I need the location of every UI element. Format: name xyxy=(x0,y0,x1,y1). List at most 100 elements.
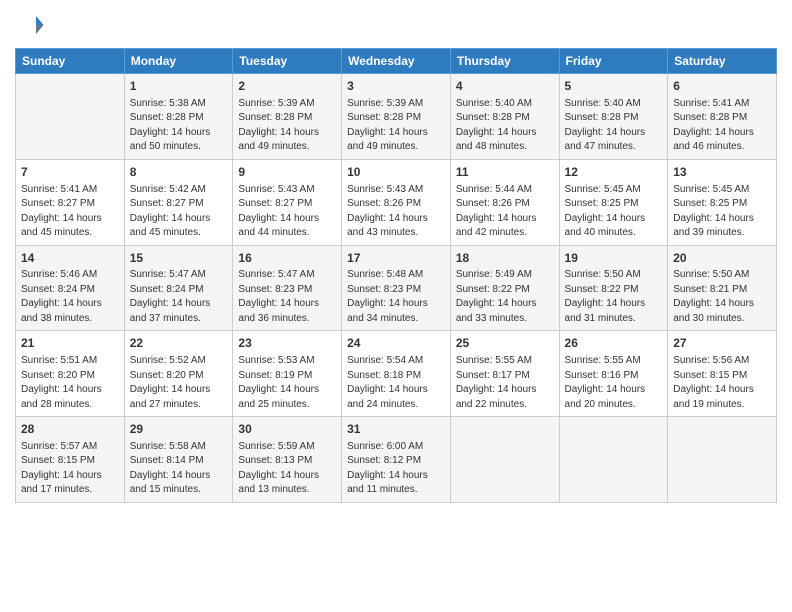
day-number: 14 xyxy=(21,250,119,267)
day-number: 15 xyxy=(130,250,228,267)
calendar-cell: 3Sunrise: 5:39 AM Sunset: 8:28 PM Daylig… xyxy=(342,74,451,160)
calendar-cell xyxy=(559,417,668,503)
calendar-cell: 10 Sunrise: 5:43 AM Sunset: 8:26 PM Dayli… xyxy=(342,159,451,245)
calendar-cell: 26 Sunrise: 5:55 AM Sunset: 8:16 PM Dayli… xyxy=(559,331,668,417)
day-number: 8 xyxy=(130,164,228,181)
day-header-sunday: Sunday xyxy=(16,49,125,74)
day-number: 7 xyxy=(21,164,119,181)
day-content: Sunrise: 5:50 AM Sunset: 8:22 PM Dayligh… xyxy=(565,268,663,326)
logo xyxy=(15,10,49,40)
calendar-cell: 4Sunrise: 5:40 AM Sunset: 8:28 PM Daylig… xyxy=(450,74,559,160)
day-content: Sunrise: 5:50 AM Sunset: 8:21 PM Dayligh… xyxy=(673,268,771,326)
day-number: 29 xyxy=(130,421,228,438)
calendar-cell: 25Sunrise: 5:55 AM Sunset: 8:17 PM Dayli… xyxy=(450,331,559,417)
calendar-cell: 5 Sunrise: 5:40 AM Sunset: 8:28 PM Daylig… xyxy=(559,74,668,160)
day-content: Sunrise: 5:38 AM Sunset: 8:28 PM Dayligh… xyxy=(130,97,228,155)
day-number: 24 xyxy=(347,335,445,352)
day-number: 30 xyxy=(238,421,336,438)
calendar-cell: 29 Sunrise: 5:58 AM Sunset: 8:14 PM Dayli… xyxy=(124,417,233,503)
week-row-5: 28 Sunrise: 5:57 AM Sunset: 8:15 PM Dayli… xyxy=(16,417,777,503)
calendar-cell: 16Sunrise: 5:47 AM Sunset: 8:23 PM Dayli… xyxy=(233,245,342,331)
logo-icon xyxy=(15,10,45,40)
calendar-cell xyxy=(668,417,777,503)
day-header-thursday: Thursday xyxy=(450,49,559,74)
day-content: Sunrise: 5:57 AM Sunset: 8:15 PM Dayligh… xyxy=(21,440,119,498)
day-header-monday: Monday xyxy=(124,49,233,74)
day-content: Sunrise: 5:44 AM Sunset: 8:26 PM Dayligh… xyxy=(456,183,554,241)
day-content: Sunrise: 5:46 AM Sunset: 8:24 PM Dayligh… xyxy=(21,268,119,326)
day-number: 5 xyxy=(565,78,663,95)
day-number: 10 xyxy=(347,164,445,181)
header-row: SundayMondayTuesdayWednesdayThursdayFrid… xyxy=(16,49,777,74)
day-content: Sunrise: 5:40 AM Sunset: 8:28 PM Dayligh… xyxy=(565,97,663,155)
day-content: Sunrise: 5:52 AM Sunset: 8:20 PM Dayligh… xyxy=(130,354,228,412)
day-content: Sunrise: 5:55 AM Sunset: 8:16 PM Dayligh… xyxy=(565,354,663,412)
day-number: 4 xyxy=(456,78,554,95)
calendar-cell: 18Sunrise: 5:49 AM Sunset: 8:22 PM Dayli… xyxy=(450,245,559,331)
calendar-cell: 8 Sunrise: 5:42 AM Sunset: 8:27 PM Daylig… xyxy=(124,159,233,245)
day-content: Sunrise: 5:58 AM Sunset: 8:14 PM Dayligh… xyxy=(130,440,228,498)
day-number: 3 xyxy=(347,78,445,95)
day-content: Sunrise: 5:59 AM Sunset: 8:13 PM Dayligh… xyxy=(238,440,336,498)
day-content: Sunrise: 5:42 AM Sunset: 8:27 PM Dayligh… xyxy=(130,183,228,241)
day-header-wednesday: Wednesday xyxy=(342,49,451,74)
day-number: 9 xyxy=(238,164,336,181)
day-content: Sunrise: 5:41 AM Sunset: 8:28 PM Dayligh… xyxy=(673,97,771,155)
calendar-cell xyxy=(450,417,559,503)
page-header xyxy=(15,10,777,40)
calendar-cell: 15Sunrise: 5:47 AM Sunset: 8:24 PM Dayli… xyxy=(124,245,233,331)
day-number: 31 xyxy=(347,421,445,438)
day-content: Sunrise: 5:53 AM Sunset: 8:19 PM Dayligh… xyxy=(238,354,336,412)
day-content: Sunrise: 5:56 AM Sunset: 8:15 PM Dayligh… xyxy=(673,354,771,412)
day-number: 11 xyxy=(456,164,554,181)
day-content: Sunrise: 5:54 AM Sunset: 8:18 PM Dayligh… xyxy=(347,354,445,412)
day-number: 18 xyxy=(456,250,554,267)
calendar-cell: 30 Sunrise: 5:59 AM Sunset: 8:13 PM Dayli… xyxy=(233,417,342,503)
day-number: 2 xyxy=(238,78,336,95)
calendar-cell: 19Sunrise: 5:50 AM Sunset: 8:22 PM Dayli… xyxy=(559,245,668,331)
day-header-saturday: Saturday xyxy=(668,49,777,74)
day-number: 23 xyxy=(238,335,336,352)
day-number: 21 xyxy=(21,335,119,352)
day-content: Sunrise: 5:48 AM Sunset: 8:23 PM Dayligh… xyxy=(347,268,445,326)
day-content: Sunrise: 5:51 AM Sunset: 8:20 PM Dayligh… xyxy=(21,354,119,412)
day-number: 6 xyxy=(673,78,771,95)
calendar-cell: 1 Sunrise: 5:38 AM Sunset: 8:28 PM Daylig… xyxy=(124,74,233,160)
day-content: Sunrise: 5:47 AM Sunset: 8:23 PM Dayligh… xyxy=(238,268,336,326)
day-header-friday: Friday xyxy=(559,49,668,74)
day-content: Sunrise: 5:41 AM Sunset: 8:27 PM Dayligh… xyxy=(21,183,119,241)
calendar-cell: 6 Sunrise: 5:41 AM Sunset: 8:28 PM Daylig… xyxy=(668,74,777,160)
calendar-cell: 2 Sunrise: 5:39 AM Sunset: 8:28 PM Daylig… xyxy=(233,74,342,160)
calendar-cell: 24 Sunrise: 5:54 AM Sunset: 8:18 PM Dayli… xyxy=(342,331,451,417)
calendar-cell: 14Sunrise: 5:46 AM Sunset: 8:24 PM Dayli… xyxy=(16,245,125,331)
day-number: 16 xyxy=(238,250,336,267)
calendar-cell: 28 Sunrise: 5:57 AM Sunset: 8:15 PM Dayli… xyxy=(16,417,125,503)
day-number: 22 xyxy=(130,335,228,352)
day-header-tuesday: Tuesday xyxy=(233,49,342,74)
day-content: Sunrise: 5:47 AM Sunset: 8:24 PM Dayligh… xyxy=(130,268,228,326)
calendar-cell: 12 Sunrise: 5:45 AM Sunset: 8:25 PM Dayli… xyxy=(559,159,668,245)
calendar-cell: 22 Sunrise: 5:52 AM Sunset: 8:20 PM Dayli… xyxy=(124,331,233,417)
day-number: 26 xyxy=(565,335,663,352)
week-row-1: 1 Sunrise: 5:38 AM Sunset: 8:28 PM Daylig… xyxy=(16,74,777,160)
day-number: 27 xyxy=(673,335,771,352)
calendar-cell: 27 Sunrise: 5:56 AM Sunset: 8:15 PM Dayli… xyxy=(668,331,777,417)
calendar-cell: 13Sunrise: 5:45 AM Sunset: 8:25 PM Dayli… xyxy=(668,159,777,245)
calendar-cell: 11 Sunrise: 5:44 AM Sunset: 8:26 PM Dayli… xyxy=(450,159,559,245)
calendar-cell: 21 Sunrise: 5:51 AM Sunset: 8:20 PM Dayli… xyxy=(16,331,125,417)
day-content: Sunrise: 6:00 AM Sunset: 8:12 PM Dayligh… xyxy=(347,440,445,498)
day-content: Sunrise: 5:43 AM Sunset: 8:26 PM Dayligh… xyxy=(347,183,445,241)
day-content: Sunrise: 5:43 AM Sunset: 8:27 PM Dayligh… xyxy=(238,183,336,241)
calendar-cell: 9 Sunrise: 5:43 AM Sunset: 8:27 PM Daylig… xyxy=(233,159,342,245)
day-content: Sunrise: 5:45 AM Sunset: 8:25 PM Dayligh… xyxy=(565,183,663,241)
calendar-cell: 23 Sunrise: 5:53 AM Sunset: 8:19 PM Dayli… xyxy=(233,331,342,417)
day-number: 13 xyxy=(673,164,771,181)
day-number: 1 xyxy=(130,78,228,95)
day-content: Sunrise: 5:39 AM Sunset: 8:28 PM Dayligh… xyxy=(238,97,336,155)
calendar-cell: 31 Sunrise: 6:00 AM Sunset: 8:12 PM Dayli… xyxy=(342,417,451,503)
day-content: Sunrise: 5:55 AM Sunset: 8:17 PM Dayligh… xyxy=(456,354,554,412)
week-row-2: 7 Sunrise: 5:41 AM Sunset: 8:27 PM Daylig… xyxy=(16,159,777,245)
day-number: 20 xyxy=(673,250,771,267)
day-number: 28 xyxy=(21,421,119,438)
day-number: 12 xyxy=(565,164,663,181)
